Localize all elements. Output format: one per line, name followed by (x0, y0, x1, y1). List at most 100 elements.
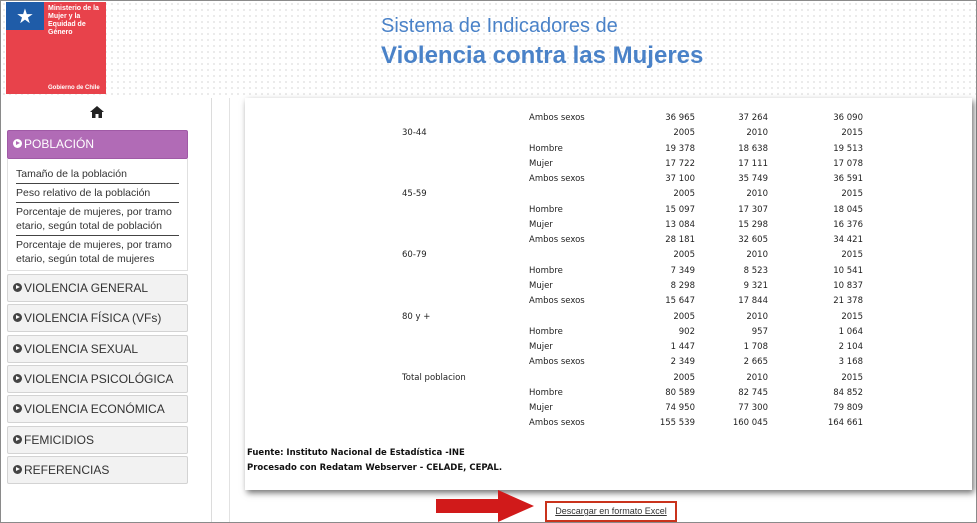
table-value-cell: 9 321 (743, 280, 768, 291)
sidebar-item-label: VIOLENCIA ECONÓMICA (24, 402, 165, 416)
sidebar-item-label: VIOLENCIA GENERAL (24, 281, 149, 295)
sidebar-item-violencia-general[interactable]: VIOLENCIA GENERAL (7, 274, 188, 302)
table-value-cell: 36 090 (833, 113, 863, 123)
table-value-cell: 21 378 (833, 296, 863, 307)
page-title-line1: Sistema de Indicadores de (381, 15, 618, 37)
home-icon[interactable] (89, 105, 105, 119)
sidebar: POBLACIÓN Tamaño de la población Peso re… (1, 98, 193, 522)
arrow-right-icon (436, 490, 534, 522)
table-value-cell: 17 111 (738, 158, 768, 169)
table-value-cell: 74 950 (665, 403, 695, 414)
logo-ministry-name: Ministerio de la Mujer y la Equidad de G… (48, 5, 99, 36)
submenu-item-tamano[interactable]: Tamaño de la población (16, 165, 179, 184)
table-value-cell: 19 513 (833, 143, 863, 154)
table-year-cell: 2005 (673, 311, 695, 322)
table-row-label: Mujer (529, 280, 553, 291)
sidebar-item-label: VIOLENCIA FÍSICA (VFs) (24, 311, 162, 325)
table-row-label: Hombre (529, 326, 563, 337)
logo-government-name: Gobierno de Chile (48, 85, 100, 91)
sidebar-item-femicidios[interactable]: FEMICIDIOS (7, 426, 188, 454)
table-value-cell: 1 064 (838, 326, 863, 337)
table-value-cell: 1 447 (670, 342, 695, 353)
sidebar-item-referencias[interactable]: REFERENCIAS (7, 456, 188, 484)
table-value-cell: 15 298 (738, 219, 768, 230)
table-value-cell: 19 378 (665, 143, 695, 154)
table-value-cell: 2 104 (838, 342, 863, 353)
circle-arrow-icon (13, 404, 22, 413)
submenu-item-pct-total-poblacion[interactable]: Porcentaje de mujeres, por tramo etario,… (16, 203, 179, 236)
submenu-item-pct-total-mujeres[interactable]: Porcentaje de mujeres, por tramo etario,… (16, 236, 179, 268)
table-group-label: 30-44 (402, 128, 427, 139)
table-value-cell: 17 307 (738, 204, 768, 215)
table-year-cell: 2015 (841, 311, 863, 322)
table-value-cell: 28 181 (665, 235, 695, 246)
circle-arrow-icon (13, 344, 22, 353)
table-value-cell: 36 965 (665, 113, 695, 123)
table-row-label: Mujer (529, 158, 553, 169)
table-row-label: Ambos sexos (529, 357, 585, 368)
table-group-label: 45-59 (402, 189, 427, 200)
table-value-cell: 17 722 (665, 158, 695, 169)
sidebar-item-violencia-sexual[interactable]: VIOLENCIA SEXUAL (7, 335, 188, 363)
table-value-cell: 2 665 (743, 357, 768, 368)
table-year-cell: 2010 (746, 311, 768, 322)
table-year-cell: 2015 (841, 372, 863, 383)
sidebar-item-violencia-psicologica[interactable]: VIOLENCIA PSICOLÓGICA (VPsi) (7, 365, 188, 412)
table-value-cell: 16 376 (833, 219, 863, 230)
table-year-cell: 2010 (746, 189, 768, 200)
sidebar-item-label: POBLACIÓN (24, 137, 95, 151)
table-value-cell: 8 523 (743, 265, 768, 276)
table-row-label: Hombre (529, 204, 563, 215)
processed-note: Procesado con Redatam Webserver - CELADE… (247, 463, 503, 473)
table-year-cell: 2005 (673, 250, 695, 261)
table-value-cell: 15 097 (665, 204, 695, 215)
download-excel-link[interactable]: Descargar en formato Excel (547, 503, 675, 520)
table-group-label: Total poblacion (402, 372, 466, 383)
table-value-cell: 80 589 (665, 387, 695, 398)
table-year-cell: 2010 (746, 128, 768, 139)
table-value-cell: 17 078 (833, 158, 863, 169)
table-value-cell: 32 605 (738, 235, 768, 246)
table-value-cell: 957 (751, 326, 768, 337)
table-value-cell: 34 421 (833, 235, 863, 246)
table-row-label: Ambos sexos (529, 235, 585, 246)
table-row-label: Hombre (529, 387, 563, 398)
table-value-cell: 10 837 (833, 280, 863, 291)
table-group-label: 80 y + (402, 311, 431, 322)
table-value-cell: 2 349 (670, 357, 695, 368)
table-value-cell: 155 539 (659, 418, 695, 429)
table-value-cell: 84 852 (833, 387, 863, 398)
table-value-cell: 160 045 (732, 418, 768, 429)
star-icon: ★ (16, 4, 34, 28)
table-year-cell: 2015 (841, 250, 863, 261)
table-value-cell: 37 100 (665, 174, 695, 185)
source-note: Fuente: Instituto Nacional de Estadístic… (247, 448, 465, 458)
sidebar-item-poblacion[interactable]: POBLACIÓN (7, 130, 188, 159)
table-value-cell: 10 541 (833, 265, 863, 276)
circle-arrow-icon (13, 313, 22, 322)
table-row-label: Hombre (529, 265, 563, 276)
ministry-logo[interactable]: ★ Ministerio de la Mujer y la Equidad de… (6, 2, 106, 94)
table-row-label: Mujer (529, 219, 553, 230)
table-value-cell: 82 745 (738, 387, 768, 398)
table-value-cell: 902 (678, 326, 695, 337)
table-value-cell: 13 084 (665, 219, 695, 230)
table-value-cell: 15 647 (665, 296, 695, 307)
sidebar-item-label: FEMICIDIOS (24, 433, 95, 447)
sidebar-item-violencia-economica[interactable]: VIOLENCIA ECONÓMICA (7, 395, 188, 423)
sidebar-item-violencia-fisica[interactable]: VIOLENCIA FÍSICA (VFs) (7, 304, 188, 332)
table-row-label: Hombre (529, 143, 563, 154)
table-value-cell: 164 661 (827, 418, 863, 429)
table-value-cell: 17 844 (738, 296, 768, 307)
table-year-cell: 2005 (673, 189, 695, 200)
sidebar-item-label: REFERENCIAS (24, 463, 110, 477)
table-value-cell: 7 349 (670, 265, 695, 276)
table-year-cell: 2005 (673, 128, 695, 139)
table-row-label: Ambos sexos (529, 296, 585, 307)
table-value-cell: 37 264 (738, 113, 768, 123)
submenu-item-peso-relativo[interactable]: Peso relativo de la población (16, 184, 179, 203)
table-row-label: Mujer (529, 342, 553, 353)
table-value-cell: 35 749 (738, 174, 768, 185)
table-year-cell: 2005 (673, 372, 695, 383)
report-card[interactable] (229, 98, 972, 522)
